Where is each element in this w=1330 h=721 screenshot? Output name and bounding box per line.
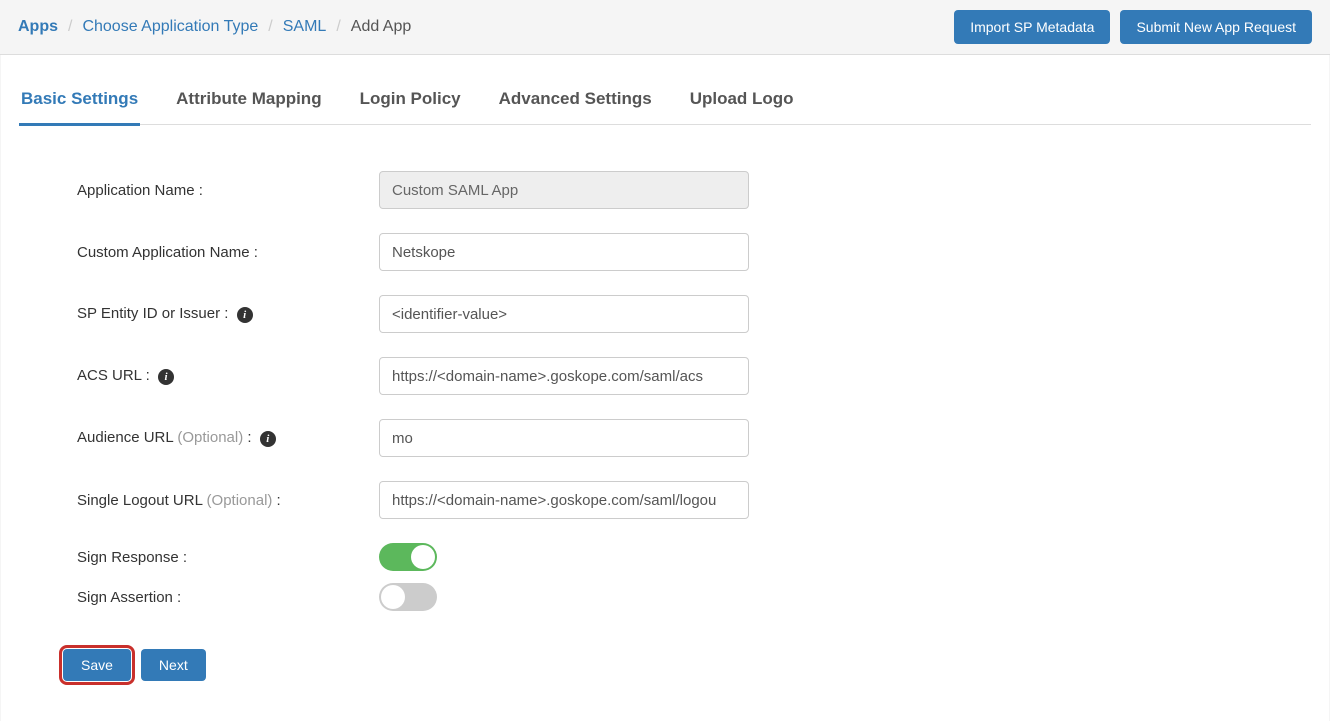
row-acs-url: ACS URL : i [77, 357, 1311, 395]
submit-new-app-request-button[interactable]: Submit New App Request [1120, 10, 1312, 44]
form-area: Application Name : Custom Application Na… [19, 171, 1311, 611]
input-audience-url[interactable] [379, 419, 749, 457]
row-application-name: Application Name : [77, 171, 1311, 209]
top-actions: Import SP Metadata Submit New App Reques… [954, 10, 1312, 44]
input-sp-entity-id[interactable] [379, 295, 749, 333]
page-panel: Basic Settings Attribute Mapping Login P… [1, 55, 1329, 721]
info-icon[interactable]: i [237, 307, 253, 323]
label-optional: (Optional) [177, 429, 243, 446]
toggle-knob [381, 585, 405, 609]
input-acs-url[interactable] [379, 357, 749, 395]
tabs: Basic Settings Attribute Mapping Login P… [19, 79, 1311, 125]
breadcrumb-apps[interactable]: Apps [18, 18, 58, 36]
input-custom-app-name[interactable] [379, 233, 749, 271]
label-colon: : [272, 492, 280, 509]
tab-attribute-mapping[interactable]: Attribute Mapping [174, 79, 323, 126]
label-acs-url-text: ACS URL : [77, 367, 150, 384]
label-slo-url: Single Logout URL (Optional) : [77, 492, 379, 509]
breadcrumb-sep: / [268, 18, 272, 36]
label-sign-assertion: Sign Assertion : [77, 589, 379, 606]
info-icon[interactable]: i [158, 369, 174, 385]
label-acs-url: ACS URL : i [77, 367, 379, 384]
input-slo-url[interactable] [379, 481, 749, 519]
tab-upload-logo[interactable]: Upload Logo [688, 79, 796, 126]
info-icon[interactable]: i [260, 431, 276, 447]
tab-login-policy[interactable]: Login Policy [358, 79, 463, 126]
breadcrumb-current: Add App [351, 18, 412, 36]
label-optional: (Optional) [207, 492, 273, 509]
row-sp-entity-id: SP Entity ID or Issuer : i [77, 295, 1311, 333]
label-custom-app-name: Custom Application Name : [77, 244, 379, 261]
import-sp-metadata-button[interactable]: Import SP Metadata [954, 10, 1110, 44]
next-button[interactable]: Next [141, 649, 206, 681]
label-sign-response: Sign Response : [77, 549, 379, 566]
tab-basic-settings[interactable]: Basic Settings [19, 79, 140, 126]
row-slo-url: Single Logout URL (Optional) : [77, 481, 1311, 519]
input-application-name [379, 171, 749, 209]
breadcrumb-saml[interactable]: SAML [283, 18, 327, 36]
row-audience-url: Audience URL (Optional) : i [77, 419, 1311, 457]
row-custom-app-name: Custom Application Name : [77, 233, 1311, 271]
breadcrumb: Apps / Choose Application Type / SAML / … [18, 18, 411, 36]
toggle-sign-response[interactable] [379, 543, 437, 571]
label-sp-entity-id: SP Entity ID or Issuer : i [77, 305, 379, 322]
footer-actions: Save Next [63, 649, 1311, 681]
toggle-knob [411, 545, 435, 569]
row-sign-response: Sign Response : [77, 543, 1311, 571]
top-bar: Apps / Choose Application Type / SAML / … [0, 0, 1330, 55]
row-sign-assertion: Sign Assertion : [77, 583, 1311, 611]
toggle-sign-assertion[interactable] [379, 583, 437, 611]
label-slo-url-text: Single Logout URL [77, 492, 207, 509]
label-colon: : [243, 429, 251, 446]
label-audience-url-text: Audience URL [77, 429, 177, 446]
breadcrumb-choose-app-type[interactable]: Choose Application Type [82, 18, 258, 36]
label-application-name: Application Name : [77, 182, 379, 199]
label-audience-url: Audience URL (Optional) : i [77, 429, 379, 446]
breadcrumb-sep: / [68, 18, 72, 36]
save-button[interactable]: Save [63, 649, 131, 681]
breadcrumb-sep: / [336, 18, 340, 36]
tab-advanced-settings[interactable]: Advanced Settings [497, 79, 654, 126]
label-sp-entity-id-text: SP Entity ID or Issuer : [77, 305, 228, 322]
